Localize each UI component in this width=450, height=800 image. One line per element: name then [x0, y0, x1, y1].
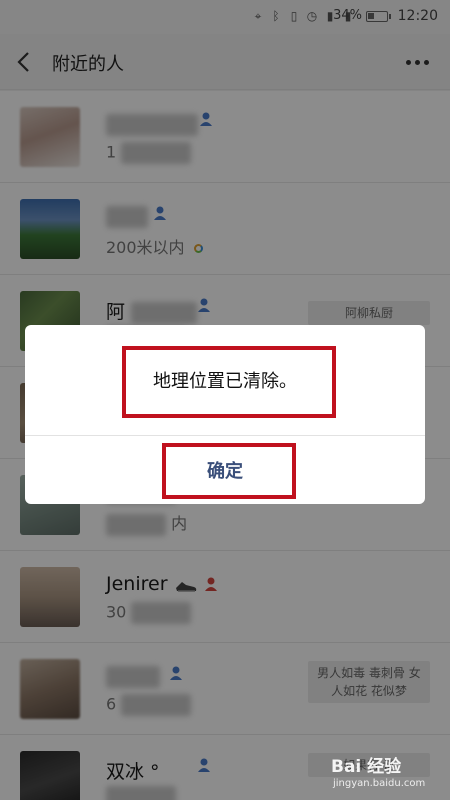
highlight-box-message — [122, 346, 336, 418]
alert-dialog: 地理位置已清除。 确定 — [25, 325, 425, 504]
watermark-logo: Bai 经验 — [331, 757, 402, 777]
highlight-box-confirm — [162, 443, 296, 499]
watermark-url: jingyan.baidu.com — [333, 778, 426, 789]
baidu-jingyan-watermark: Bai 经验 jingyan.baidu.com — [331, 752, 436, 794]
